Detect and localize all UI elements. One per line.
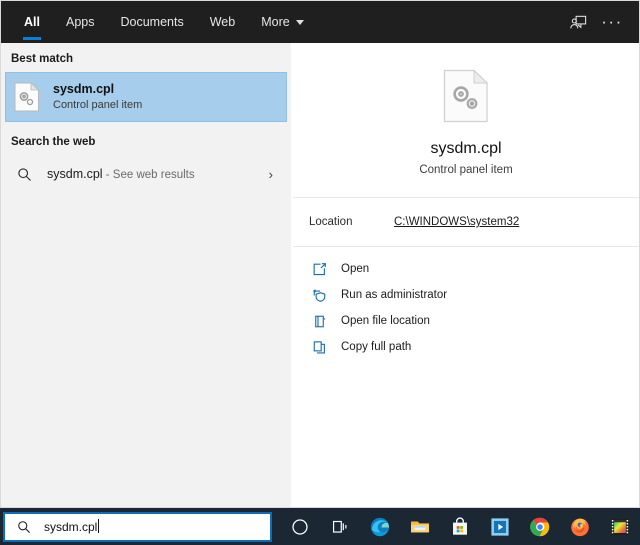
tab-apps[interactable]: Apps xyxy=(53,1,108,43)
best-match-title: sysdm.cpl xyxy=(53,81,142,97)
search-header-bar: All Apps Documents Web More xyxy=(1,1,640,43)
action-copy-full-path[interactable]: Copy full path xyxy=(291,334,640,360)
best-match-subtitle: Control panel item xyxy=(53,98,142,113)
action-open-label: Open xyxy=(341,263,369,275)
search-body: Best match xyxy=(1,43,640,508)
best-match-result-item[interactable]: sysdm.cpl Control panel item xyxy=(5,72,287,122)
taskbar-button-microsoft-store[interactable] xyxy=(440,508,480,545)
taskbar-button-file-explorer[interactable] xyxy=(400,508,440,545)
microsoft-store-icon xyxy=(449,516,471,538)
feedback-person-screen-icon[interactable] xyxy=(561,5,595,39)
header-actions: ··· xyxy=(561,1,640,43)
taskbar-button-strip xyxy=(280,508,640,545)
search-icon xyxy=(15,520,33,534)
copy-icon xyxy=(309,338,329,356)
ellipsis-label: ··· xyxy=(601,19,622,25)
web-search-result-label: sysdm.cpl - See web results xyxy=(47,167,195,181)
tab-documents[interactable]: Documents xyxy=(107,1,196,43)
folder-location-icon xyxy=(309,312,329,330)
preview-pane: sysdm.cpl Control panel item Location C:… xyxy=(291,43,640,508)
taskbar-button-video-editor[interactable] xyxy=(600,508,640,545)
movies-tv-icon xyxy=(489,516,511,538)
web-search-query: sysdm.cpl xyxy=(47,167,103,181)
search-input[interactable]: sysdm.cpl xyxy=(44,519,99,534)
results-pane: Best match xyxy=(1,43,291,508)
preview-subtitle: Control panel item xyxy=(419,164,512,176)
web-search-suffix: - See web results xyxy=(103,169,195,181)
tab-apps-label: Apps xyxy=(66,15,95,29)
search-flyout-window: All Apps Documents Web More xyxy=(0,0,640,508)
tab-all[interactable]: All xyxy=(11,1,53,43)
control-panel-file-icon xyxy=(14,82,40,112)
open-in-new-icon xyxy=(309,260,329,278)
action-run-as-administrator[interactable]: Run as administrator xyxy=(291,282,640,308)
action-run-as-administrator-label: Run as administrator xyxy=(341,289,447,301)
taskbar: sysdm.cpl xyxy=(0,508,640,545)
tab-all-label: All xyxy=(24,15,40,29)
tab-web-label: Web xyxy=(210,15,235,29)
task-view-icon xyxy=(329,516,351,538)
location-label: Location xyxy=(309,216,394,228)
chevron-down-icon xyxy=(296,20,304,25)
tab-more[interactable]: More xyxy=(248,1,316,43)
action-copy-full-path-label: Copy full path xyxy=(341,341,411,353)
search-icon xyxy=(13,167,35,182)
taskbar-button-google-chrome[interactable] xyxy=(520,508,560,545)
tab-documents-label: Documents xyxy=(120,15,183,29)
control-panel-file-icon xyxy=(443,69,489,123)
taskbar-button-movies-and-tv[interactable] xyxy=(480,508,520,545)
web-search-result-item[interactable]: sysdm.cpl - See web results › xyxy=(5,155,287,193)
ellipsis-icon[interactable]: ··· xyxy=(595,5,629,39)
search-input-value: sysdm.cpl xyxy=(44,520,97,534)
tab-more-label: More xyxy=(261,15,289,29)
action-open-file-location[interactable]: Open file location xyxy=(291,308,640,334)
taskbar-button-task-view[interactable] xyxy=(320,508,360,545)
action-open[interactable]: Open xyxy=(291,256,640,282)
firefox-icon xyxy=(569,516,591,538)
preview-title: sysdm.cpl xyxy=(430,140,501,158)
edge-icon xyxy=(369,516,391,538)
web-section-label: Search the web xyxy=(1,122,291,155)
taskbar-button-microsoft-edge[interactable] xyxy=(360,508,400,545)
best-match-section-label: Best match xyxy=(1,43,291,72)
action-open-file-location-label: Open file location xyxy=(341,315,430,327)
taskbar-button-mozilla-firefox[interactable] xyxy=(560,508,600,545)
best-match-texts: sysdm.cpl Control panel item xyxy=(53,81,142,113)
shield-admin-icon xyxy=(309,286,329,304)
file-explorer-icon xyxy=(409,516,431,538)
preview-hero: sysdm.cpl Control panel item xyxy=(291,43,640,197)
cortana-circle-icon xyxy=(289,516,311,538)
chrome-icon xyxy=(529,516,551,538)
taskbar-search-box[interactable]: sysdm.cpl xyxy=(3,512,272,542)
filter-tab-strip: All Apps Documents Web More xyxy=(1,1,317,43)
tab-web[interactable]: Web xyxy=(197,1,248,43)
chevron-right-icon[interactable]: › xyxy=(269,167,273,182)
location-link[interactable]: C:\WINDOWS\system32 xyxy=(394,216,519,228)
video-editor-icon xyxy=(609,516,631,538)
text-caret xyxy=(98,519,99,533)
preview-actions-list: Open Run as administrator xyxy=(291,247,640,360)
location-row: Location C:\WINDOWS\system32 xyxy=(291,198,640,246)
taskbar-button-cortana[interactable] xyxy=(280,508,320,545)
